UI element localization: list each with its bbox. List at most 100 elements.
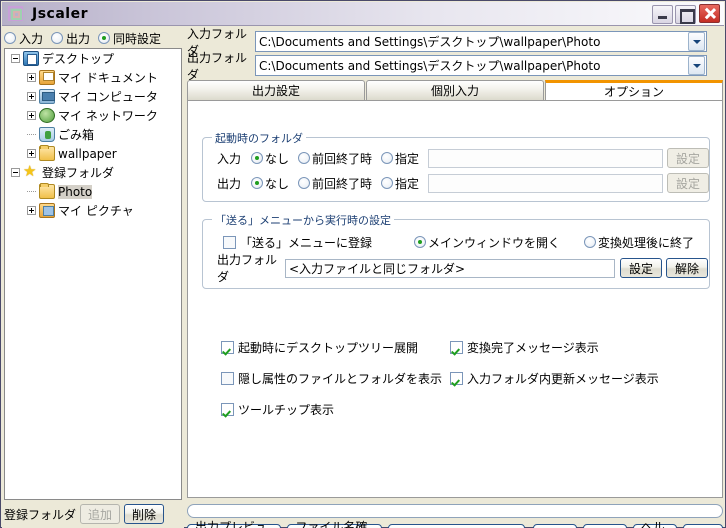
- folder-icon: [39, 183, 55, 199]
- input-folder-combo[interactable]: C:\Documents and Settings\デスクトップ\wallpap…: [255, 31, 707, 52]
- expand-icon[interactable]: [27, 111, 36, 120]
- sendto-clear-button[interactable]: 解除: [666, 258, 709, 278]
- sendto-output-field[interactable]: <入力ファイルと同じフォルダ>: [285, 258, 615, 278]
- startup-input-radio-none[interactable]: [251, 152, 263, 164]
- my-network-icon: [39, 108, 55, 123]
- tree-item-label: 登録フォルダ: [42, 166, 115, 180]
- checkbox-input-folder-update-message[interactable]: 入力フォルダ内更新メッセージ表示: [450, 370, 659, 387]
- startup-input-path-field[interactable]: [428, 148, 663, 168]
- startup-output-radio-last[interactable]: [298, 177, 311, 189]
- checkbox-indicator[interactable]: [221, 341, 234, 354]
- sendto-radio-exit-after-convert[interactable]: [584, 236, 597, 248]
- registered-folder-label: 登録フォルダ: [4, 507, 77, 522]
- tree-item-label: マイ コンピュータ: [58, 90, 158, 104]
- checkbox-show-hidden-files[interactable]: 隠し属性のファイルとフォルダを表示: [221, 370, 442, 387]
- mode-label-input: 入力: [19, 31, 44, 46]
- checkbox-label: 変換完了メッセージ表示: [467, 341, 599, 355]
- sendto-set-button[interactable]: 設定: [620, 258, 663, 278]
- minimize-icon[interactable]: [652, 5, 673, 24]
- checkbox-indicator[interactable]: [450, 372, 463, 385]
- tree-item[interactable]: マイ ドキュメント: [5, 68, 181, 87]
- checkbox-label: ツールチップ表示: [238, 403, 335, 417]
- startup-input-radio-last-label: 前回終了時: [312, 151, 373, 166]
- tree-item[interactable]: マイ コンピュータ: [5, 87, 181, 106]
- options-tab-panel: 起動時のフォルダ 入力 なし 前回終了時 指定 設定 出力 なし 前回終了時 指…: [187, 100, 723, 498]
- startup-output-radio-specified[interactable]: [381, 177, 394, 189]
- chevron-down-icon[interactable]: [688, 32, 705, 51]
- sendto-radio-exit-after-convert-label: 変換処理後に終了: [598, 235, 695, 250]
- startup-output-radio-last-label: 前回終了時: [312, 176, 373, 191]
- output-preview-button[interactable]: 出力プレビュー: [187, 520, 282, 528]
- startup-output-radio-specified-label: 指定: [395, 176, 420, 191]
- checkbox-indicator[interactable]: [450, 341, 463, 354]
- tab-individual-input[interactable]: 個別入力: [366, 80, 544, 100]
- tree-item-label: wallpaper: [58, 146, 117, 161]
- app-icon: [8, 5, 26, 22]
- tree-item[interactable]: wallpaper: [5, 144, 181, 163]
- tree-item-label: ごみ箱: [58, 128, 95, 142]
- tab-output-settings[interactable]: 出力設定: [187, 80, 365, 100]
- output-folder-value: C:\Documents and Settings\デスクトップ\wallpap…: [259, 59, 601, 73]
- mode-label-simultaneous: 同時設定: [113, 31, 162, 46]
- startup-input-radio-last[interactable]: [298, 152, 311, 164]
- my-documents-icon: [39, 70, 55, 85]
- tree-item[interactable]: 登録フォルダ: [5, 162, 181, 182]
- expand-icon[interactable]: [27, 149, 36, 158]
- tree-item[interactable]: マイ ピクチャ: [5, 201, 181, 220]
- tree-connector: [27, 134, 36, 135]
- folder-tree[interactable]: デスクトップ マイ ドキュメント マイ コンピュータ マイ ネットワーク ごみ箱: [4, 48, 182, 500]
- collapse-icon[interactable]: [11, 168, 20, 177]
- mode-radio-output[interactable]: [51, 32, 64, 44]
- close-icon[interactable]: [699, 4, 720, 23]
- mode-radio-simultaneous[interactable]: [98, 32, 111, 44]
- tree-item-label: Photo: [58, 184, 93, 199]
- startup-output-radio-none[interactable]: [251, 177, 263, 189]
- recycle-bin-icon: [39, 127, 55, 142]
- action-bar: 出力プレビュー ファイル名確認 変換 中止 終了 ヘルプ Ver.: [187, 520, 723, 528]
- add-folder-button[interactable]: 追加: [80, 504, 121, 524]
- version-button[interactable]: Ver.: [682, 523, 723, 528]
- startup-input-radio-specified-label: 指定: [395, 151, 420, 166]
- output-folder-combo[interactable]: C:\Documents and Settings\デスクトップ\wallpap…: [255, 55, 707, 76]
- checkbox-label: 起動時にデスクトップツリー展開: [238, 341, 419, 355]
- sendto-menu-group: 「送る」メニューから実行時の設定 「送る」メニューに登録 メインウィンドウを開く…: [202, 212, 710, 289]
- convert-button[interactable]: 変換: [387, 523, 525, 528]
- tree-item-label: マイ ピクチャ: [58, 204, 134, 218]
- mode-radio-input[interactable]: [4, 32, 16, 44]
- delete-folder-button[interactable]: 削除: [124, 504, 165, 524]
- expand-icon[interactable]: [27, 92, 36, 101]
- expand-icon[interactable]: [27, 73, 36, 82]
- help-button[interactable]: ヘルプ: [632, 520, 677, 528]
- startup-folder-legend: 起動時のフォルダ: [212, 130, 306, 146]
- checkbox-expand-tree[interactable]: 起動時にデスクトップツリー展開: [221, 339, 418, 356]
- star-icon: [23, 162, 39, 180]
- tree-item[interactable]: マイ ネットワーク: [5, 106, 181, 125]
- startup-folder-group: 起動時のフォルダ 入力 なし 前回終了時 指定 設定 出力 なし 前回終了時 指…: [202, 130, 710, 202]
- checkbox-label: 隠し属性のファイルとフォルダを表示: [238, 372, 443, 386]
- chevron-down-icon[interactable]: [688, 56, 705, 75]
- checkbox-indicator[interactable]: [221, 403, 234, 416]
- sendto-radio-open-main-window[interactable]: [414, 236, 427, 248]
- checkbox-indicator[interactable]: [221, 372, 234, 385]
- checkbox-convert-complete-message[interactable]: 変換完了メッセージ表示: [450, 339, 599, 356]
- tree-item-label: デスクトップ: [42, 52, 115, 66]
- sendto-register-checkbox[interactable]: [223, 235, 236, 249]
- tree-item[interactable]: デスクトップ: [5, 49, 181, 68]
- expand-icon[interactable]: [27, 206, 36, 215]
- filename-check-button[interactable]: ファイル名確認: [287, 520, 382, 528]
- sendto-options-row: 「送る」メニューに登録 メインウィンドウを開く 変換処理後に終了: [223, 232, 703, 252]
- tree-item[interactable]: ごみ箱: [5, 125, 181, 144]
- exit-button[interactable]: 終了: [582, 523, 627, 528]
- startup-input-set-button[interactable]: 設定: [667, 148, 710, 168]
- startup-output-path-field[interactable]: [428, 173, 663, 193]
- collapse-icon[interactable]: [11, 54, 20, 63]
- tree-item-selected[interactable]: Photo: [5, 182, 181, 201]
- abort-button[interactable]: 中止: [532, 523, 577, 528]
- output-folder-row: 出力フォルダ C:\Documents and Settings\デスクトップ\…: [187, 51, 707, 82]
- startup-input-radio-specified[interactable]: [381, 152, 394, 164]
- maximize-icon[interactable]: [675, 5, 696, 24]
- desktop-icon: [23, 51, 39, 66]
- checkbox-show-tooltips[interactable]: ツールチップ表示: [221, 401, 334, 418]
- startup-output-set-button[interactable]: 設定: [667, 173, 710, 193]
- tab-options[interactable]: オプション: [545, 80, 723, 100]
